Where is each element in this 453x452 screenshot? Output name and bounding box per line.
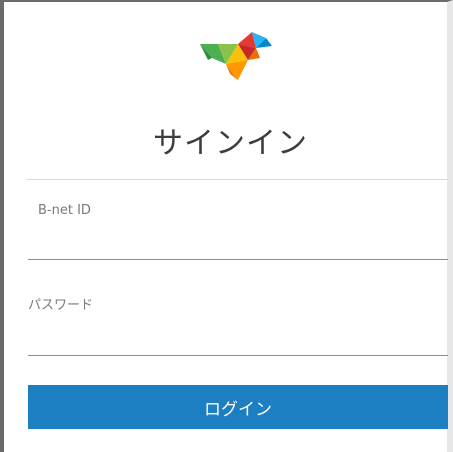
title-divider [26,179,448,180]
bird-logo-icon [200,32,272,80]
bnet-id-input[interactable] [28,226,448,260]
bnet-id-label: B-net ID [38,203,91,218]
password-input[interactable] [28,322,448,356]
login-button[interactable]: ログイン [28,385,448,429]
page-title: サインイン [153,126,308,161]
password-label: パスワード [28,298,94,313]
signin-panel: サインイン B-net ID パスワード ログイン [0,0,453,452]
